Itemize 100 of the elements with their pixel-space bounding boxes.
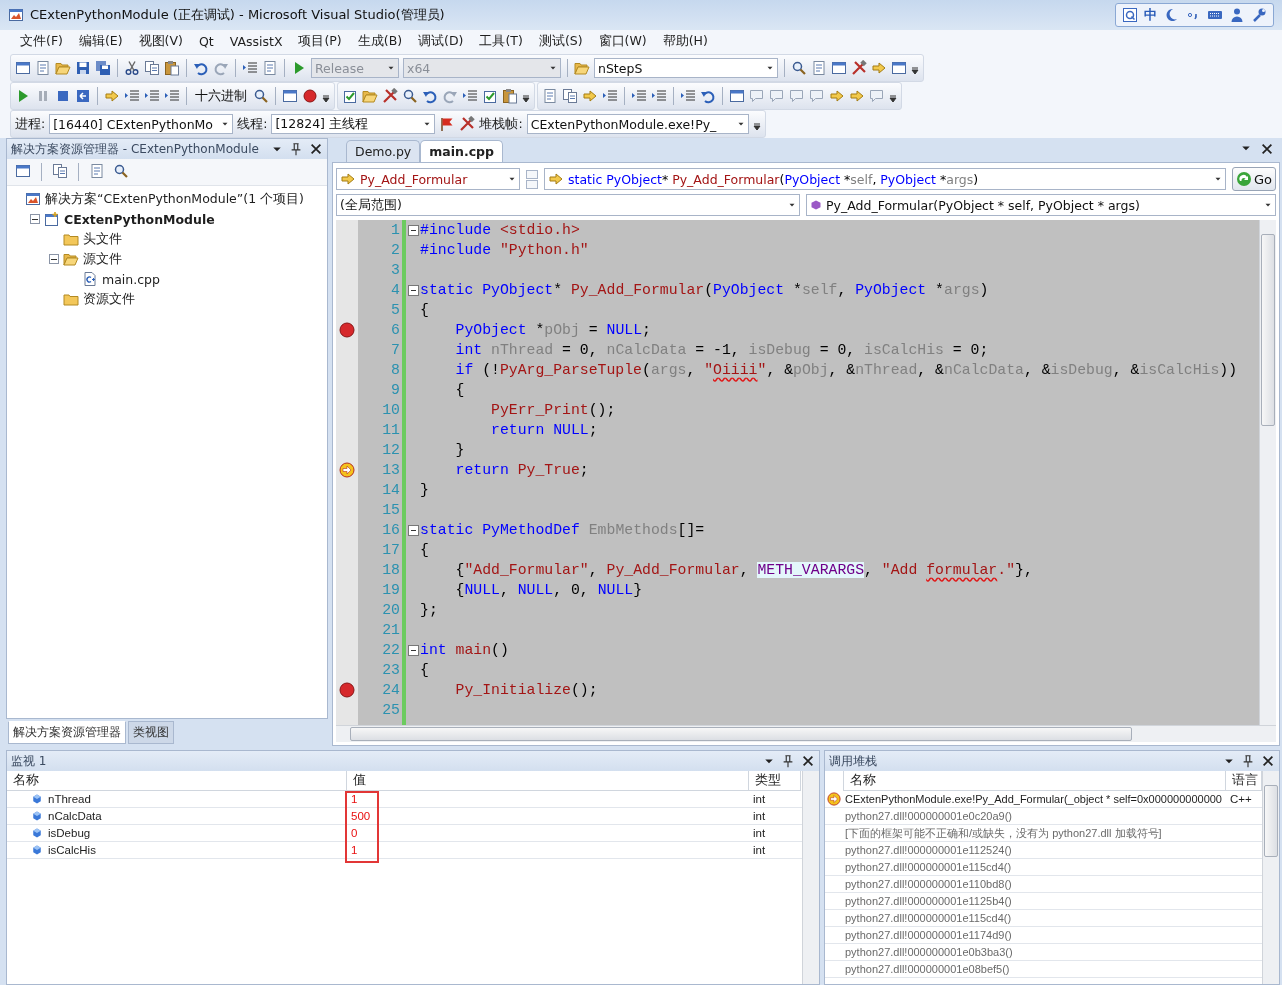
tools-icon[interactable]	[851, 60, 867, 76]
call-stack-row[interactable]: python27.dll!000000001e1174d9()	[825, 927, 1262, 944]
function-dropdown[interactable]: Py_Add_Formular(PyObject * self, PyObject * args)	[806, 194, 1276, 216]
indent-icon[interactable]	[164, 88, 180, 104]
collapse-toggle[interactable]	[49, 254, 59, 264]
window-icon[interactable]	[282, 88, 298, 104]
pin-icon[interactable]	[781, 754, 795, 768]
checklist-icon[interactable]	[482, 88, 498, 104]
input-mode-toggle[interactable]: 中	[1144, 6, 1157, 24]
column-header[interactable]: 值	[347, 771, 749, 791]
menu-item[interactable]: 文件(F)	[12, 30, 71, 52]
panel-tab[interactable]: 类视图	[128, 721, 174, 744]
open-folder-icon[interactable]	[362, 88, 378, 104]
call-stack-row[interactable]: python27.dll!000000001e0b3ba3()	[825, 944, 1262, 961]
menu-item[interactable]: 编辑(E)	[70, 30, 131, 52]
menu-item[interactable]: 生成(B)	[349, 30, 411, 52]
fold-toggle[interactable]	[407, 524, 419, 536]
fold-toggle[interactable]	[407, 224, 419, 236]
indent-icon[interactable]	[602, 88, 618, 104]
menu-item[interactable]: 工具(T)	[471, 30, 531, 52]
call-stack-row[interactable]: python27.dll!000000001e110bd8()	[825, 876, 1262, 893]
open-folder-icon[interactable]	[574, 60, 590, 76]
open-folder-icon[interactable]	[55, 60, 71, 76]
column-header[interactable]: 名称	[843, 771, 1226, 791]
pin-icon[interactable]	[289, 142, 303, 156]
window-icon[interactable]	[15, 60, 31, 76]
person-icon[interactable]	[1229, 7, 1245, 23]
menu-item[interactable]: 窗口(W)	[590, 30, 655, 52]
window-icon[interactable]	[15, 163, 31, 179]
menu-item[interactable]: 调试(D)	[410, 30, 472, 52]
window-icon[interactable]	[831, 60, 847, 76]
document-icon[interactable]	[811, 60, 827, 76]
tree-item[interactable]: CExtenPythonModule	[64, 211, 215, 227]
tools-icon[interactable]	[382, 88, 398, 104]
document-icon[interactable]	[262, 60, 278, 76]
arrow-icon[interactable]	[849, 88, 865, 104]
watch-row[interactable]: nThread 1 int	[7, 791, 802, 808]
stop-icon[interactable]	[55, 88, 71, 104]
watch-row[interactable]: isCalcHis 1 int	[7, 842, 802, 859]
vertical-scrollbar[interactable]	[1259, 220, 1276, 725]
member-dropdown[interactable]: Py_Add_Formular	[336, 168, 520, 190]
horizontal-scrollbar[interactable]	[336, 725, 1276, 742]
call-stack-row[interactable]: python27.dll!000000001e115cd4()	[825, 859, 1262, 876]
call-stack-row[interactable]: python27.dll!000000001e112524()	[825, 842, 1262, 859]
save-all-icon[interactable]	[95, 60, 111, 76]
copy-icon[interactable]	[144, 60, 160, 76]
call-stack-row[interactable]: CExtenPythonModule.exe!Py_Add_Formular(_object * self=0x000000000000 C++	[825, 791, 1262, 808]
find-dropdown[interactable]: nStepS	[594, 58, 778, 78]
tree-item[interactable]: 解决方案“CExtenPythonModule”(1 个项目)	[45, 190, 304, 208]
breakpoint-icon[interactable]	[339, 682, 355, 698]
cut-icon[interactable]	[124, 60, 140, 76]
breakpoint-icon[interactable]	[339, 322, 355, 338]
close-icon[interactable]	[309, 142, 323, 156]
indent-icon[interactable]	[651, 88, 667, 104]
arrow-icon[interactable]	[582, 88, 598, 104]
scope-dropdown[interactable]: (全局范围)	[336, 194, 800, 216]
call-stack-row[interactable]: python27.dll!000000001e08bef5()	[825, 961, 1262, 978]
vertical-scrollbar[interactable]	[802, 771, 819, 984]
collapse-toggle[interactable]	[30, 214, 40, 224]
search-icon[interactable]	[402, 88, 418, 104]
fold-toggle[interactable]	[407, 644, 419, 656]
ime-logo-icon[interactable]	[1122, 7, 1138, 23]
document-icon[interactable]	[542, 88, 558, 104]
paste-icon[interactable]	[502, 88, 518, 104]
copy-icon[interactable]	[52, 163, 68, 179]
arrow-icon[interactable]	[104, 88, 120, 104]
menu-item[interactable]: 帮助(H)	[654, 30, 716, 52]
menu-item[interactable]: Qt	[190, 31, 222, 51]
call-stack-row[interactable]: python27.dll!000000001e0c20a9()	[825, 808, 1262, 825]
search-icon[interactable]	[253, 88, 269, 104]
call-stack-row[interactable]: [下面的框架可能不正确和/或缺失，没有为 python27.dll 加载符号]	[825, 825, 1262, 842]
thread-dropdown[interactable]: [12824] 主线程	[271, 114, 436, 134]
watch-row[interactable]: nCalcData 500 int	[7, 808, 802, 825]
indent-icon[interactable]	[631, 88, 647, 104]
column-header[interactable]: 类型	[749, 771, 801, 791]
column-header[interactable]: 语言	[1226, 771, 1262, 791]
indent-icon[interactable]	[242, 60, 258, 76]
menu-item[interactable]: 视图(V)	[130, 30, 191, 52]
close-icon[interactable]	[1260, 142, 1274, 156]
undo-icon[interactable]	[193, 60, 209, 76]
panel-tab[interactable]: 解决方案资源管理器	[8, 721, 126, 744]
save-icon[interactable]	[75, 60, 91, 76]
breakpoint-icon[interactable]	[302, 88, 318, 104]
wrench-icon[interactable]	[1251, 7, 1267, 23]
copy-icon[interactable]	[562, 88, 578, 104]
close-icon[interactable]	[801, 754, 815, 768]
document-icon[interactable]	[89, 163, 105, 179]
tree-item[interactable]: 资源文件	[83, 290, 135, 308]
column-header[interactable]: 名称	[7, 771, 347, 791]
fold-toggle[interactable]	[407, 284, 419, 296]
arrow-icon[interactable]	[871, 60, 887, 76]
checklist-icon[interactable]	[342, 88, 358, 104]
indent-icon[interactable]	[144, 88, 160, 104]
indent-icon[interactable]	[680, 88, 696, 104]
vertical-scrollbar[interactable]	[1262, 771, 1279, 984]
search-icon[interactable]	[113, 163, 129, 179]
tree-item[interactable]: main.cpp	[102, 271, 160, 287]
pin-icon[interactable]	[1241, 754, 1255, 768]
menu-item[interactable]: 项目(P)	[290, 30, 350, 52]
indent-icon[interactable]	[462, 88, 478, 104]
